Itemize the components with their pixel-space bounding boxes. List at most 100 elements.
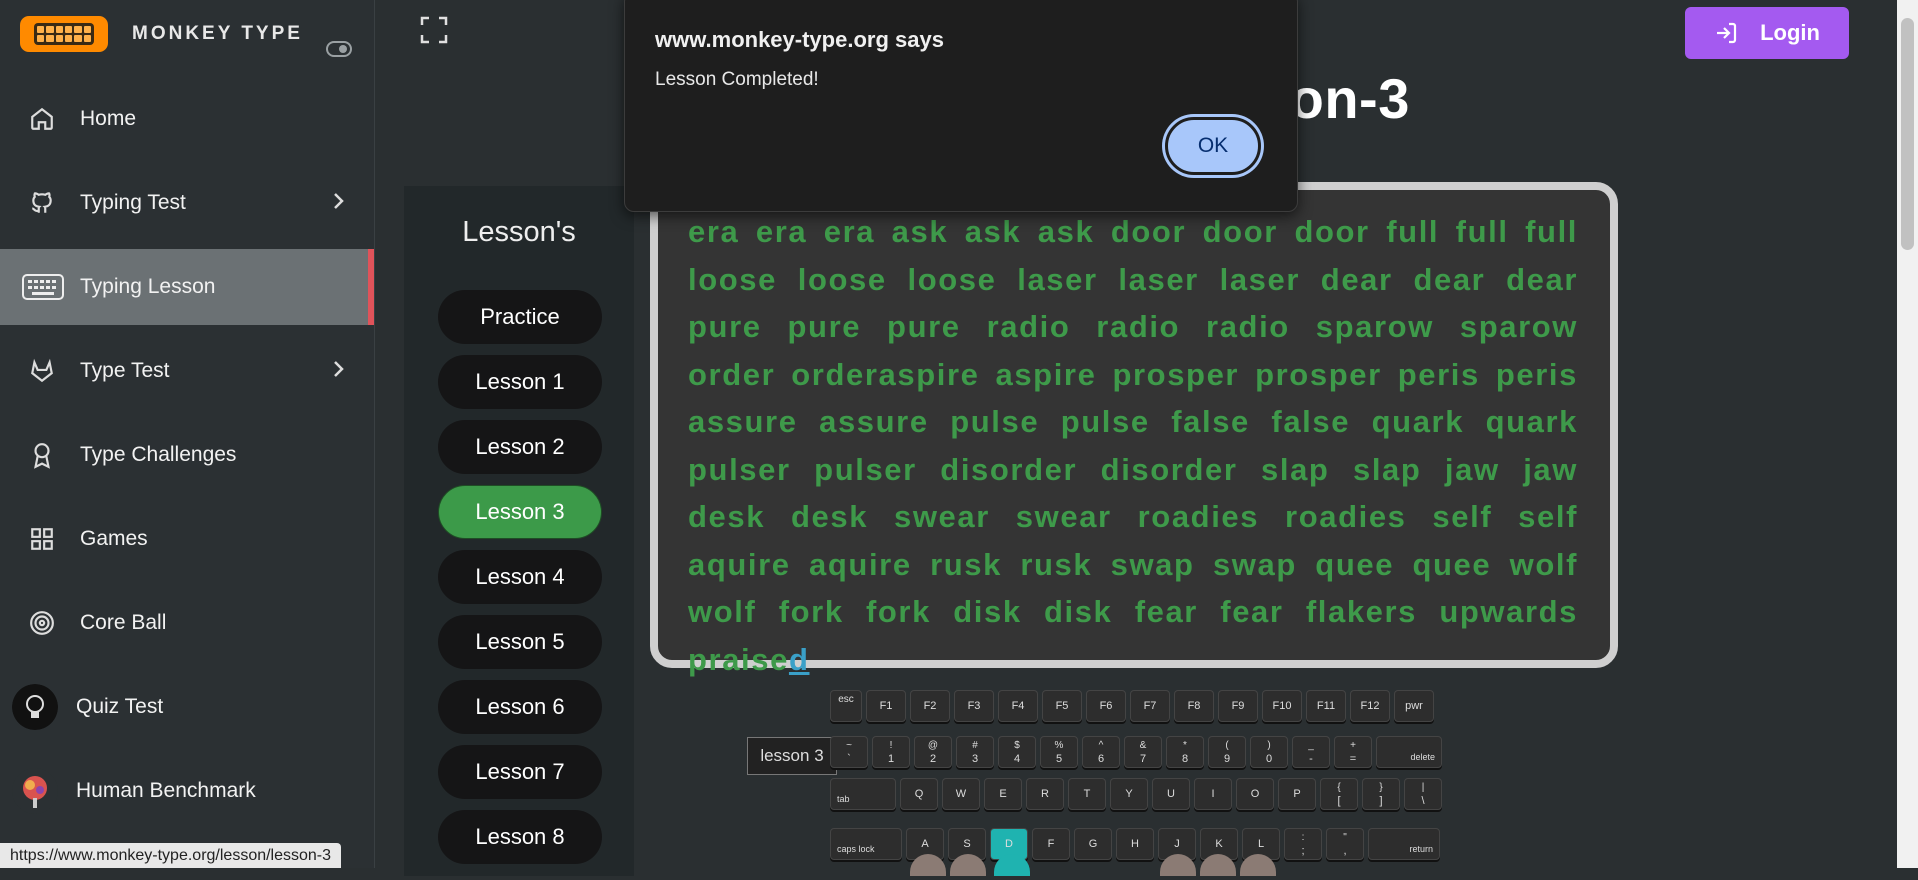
key-esc[interactable]: esc: [830, 690, 862, 722]
key-0[interactable]: ) 0: [1250, 736, 1288, 768]
key-return[interactable]: return: [1368, 828, 1440, 860]
key-label: ^: [1098, 740, 1104, 751]
key-3[interactable]: #3: [956, 736, 994, 768]
lightbulb-avatar-icon: [12, 684, 58, 730]
award-icon: [28, 441, 56, 469]
key-f10[interactable]: F10: [1262, 690, 1302, 722]
sidebar-item-type-challenges[interactable]: Type Challenges: [0, 417, 374, 493]
key-2[interactable]: @2: [914, 736, 952, 768]
sidebar-item-quiz-test[interactable]: Quiz Test: [0, 669, 374, 745]
page-scrollbar[interactable]: [1897, 0, 1918, 868]
key-9[interactable]: (9: [1208, 736, 1246, 768]
key-label: P: [1293, 788, 1301, 800]
key-f12[interactable]: F12: [1350, 690, 1390, 722]
login-icon: [1717, 22, 1737, 44]
key-1[interactable]: ! 1: [872, 736, 910, 768]
key--[interactable]: _ -: [1292, 736, 1330, 768]
sidebar-item-home[interactable]: Home: [0, 81, 374, 157]
theme-toggle-icon[interactable]: [326, 41, 352, 57]
key-label: !: [889, 740, 893, 751]
sidebar-item-typing-test[interactable]: Typing Test: [0, 165, 374, 241]
key-label: W: [955, 788, 967, 800]
key-label: |: [1421, 782, 1425, 793]
sidebar-item-core-ball[interactable]: Core Ball: [0, 585, 374, 661]
key-bracket[interactable]: {[: [1320, 778, 1358, 810]
key-i[interactable]: I: [1194, 778, 1232, 810]
key-o[interactable]: O: [1236, 778, 1274, 810]
lesson-4-button[interactable]: Lesson 4: [438, 550, 602, 604]
key-label: Q: [914, 788, 924, 800]
key-q[interactable]: Q: [900, 778, 938, 810]
key-label: }: [1379, 782, 1383, 793]
fullscreen-icon[interactable]: [420, 16, 448, 44]
lessons-title: Lesson's: [462, 216, 576, 248]
sidebar: MONKEY TYPE Home Typing Test Typing Less…: [0, 0, 375, 868]
key-f6[interactable]: F6: [1086, 690, 1126, 722]
key-label: 4: [1013, 753, 1021, 765]
key-bracket[interactable]: }]: [1362, 778, 1400, 810]
key-tab[interactable]: tab: [830, 778, 896, 810]
lesson-6-button[interactable]: Lesson 6: [438, 680, 602, 734]
key-7[interactable]: & 7: [1124, 736, 1162, 768]
key-t[interactable]: T: [1068, 778, 1106, 810]
key-f5[interactable]: F5: [1042, 690, 1082, 722]
key-delete[interactable]: delete: [1376, 736, 1442, 768]
brand[interactable]: MONKEY TYPE: [20, 16, 303, 52]
key-caps-lock[interactable]: caps lock: [830, 828, 902, 860]
key-label: \: [1421, 795, 1425, 807]
keyboard-number-row: ~ `! 1 @2 #3 $4% 5 ^ 6 & 7 * 8(9) 0 _ - + = delete: [830, 736, 1446, 768]
key-label: ": [1343, 832, 1347, 843]
key-f1[interactable]: F1: [866, 690, 906, 722]
typing-area[interactable]: era era era ask ask ask door door door f…: [650, 182, 1618, 677]
sidebar-item-human-benchmark[interactable]: Human Benchmark: [0, 753, 374, 829]
key-f7[interactable]: F7: [1130, 690, 1170, 722]
key-bracket[interactable]: | \: [1404, 778, 1442, 810]
lesson-3-button[interactable]: Lesson 3: [438, 485, 602, 539]
key-label: pwr: [1405, 700, 1423, 712]
key-`[interactable]: ~ `: [830, 736, 868, 768]
key-4[interactable]: $4: [998, 736, 1036, 768]
key-label: ]: [1379, 795, 1383, 807]
alert-dialog: www.monkey-type.org says Lesson Complete…: [624, 0, 1298, 212]
key-8[interactable]: * 8: [1166, 736, 1204, 768]
brand-name: MONKEY TYPE: [132, 23, 303, 44]
key-label: ): [1267, 740, 1271, 751]
lesson-1-button[interactable]: Lesson 1: [438, 355, 602, 409]
key-label: @: [927, 740, 939, 751]
key-f11[interactable]: F11: [1306, 690, 1346, 722]
key-punct[interactable]: ",: [1326, 828, 1364, 860]
sidebar-item-type-test[interactable]: Type Test: [0, 333, 374, 409]
lesson-practice-button[interactable]: Practice: [438, 290, 602, 344]
key-6[interactable]: ^ 6: [1082, 736, 1120, 768]
key-p[interactable]: P: [1278, 778, 1316, 810]
key-f4[interactable]: F4: [998, 690, 1038, 722]
sidebar-item-label: Type Challenges: [80, 443, 237, 466]
lesson-2-button[interactable]: Lesson 2: [438, 420, 602, 474]
key-u[interactable]: U: [1152, 778, 1190, 810]
key-label: %: [1054, 740, 1064, 751]
sidebar-item-label: Type Test: [80, 359, 170, 382]
lesson-7-button[interactable]: Lesson 7: [438, 745, 602, 799]
key-label: delete: [1410, 752, 1435, 762]
key-5[interactable]: % 5: [1040, 736, 1078, 768]
key-label: Y: [1125, 788, 1133, 800]
key-pwr[interactable]: pwr: [1394, 690, 1434, 722]
scrollbar-thumb[interactable]: [1901, 18, 1914, 250]
sidebar-item-games[interactable]: Games: [0, 501, 374, 577]
key-y[interactable]: Y: [1110, 778, 1148, 810]
login-button[interactable]: Login: [1685, 7, 1849, 59]
key-r[interactable]: R: [1026, 778, 1064, 810]
lesson-8-button[interactable]: Lesson 8: [438, 810, 602, 864]
key-label: tab: [837, 794, 850, 804]
key-=[interactable]: + =: [1334, 736, 1372, 768]
lesson-5-button[interactable]: Lesson 5: [438, 615, 602, 669]
key-f9[interactable]: F9: [1218, 690, 1258, 722]
key-f2[interactable]: F2: [910, 690, 950, 722]
key-f3[interactable]: F3: [954, 690, 994, 722]
key-e[interactable]: E: [984, 778, 1022, 810]
key-f8[interactable]: F8: [1174, 690, 1214, 722]
sidebar-item-typing-lesson[interactable]: Typing Lesson: [0, 249, 374, 325]
key-w[interactable]: W: [942, 778, 980, 810]
sidebar-item-label: Games: [80, 527, 148, 550]
ok-button[interactable]: OK: [1165, 117, 1261, 175]
